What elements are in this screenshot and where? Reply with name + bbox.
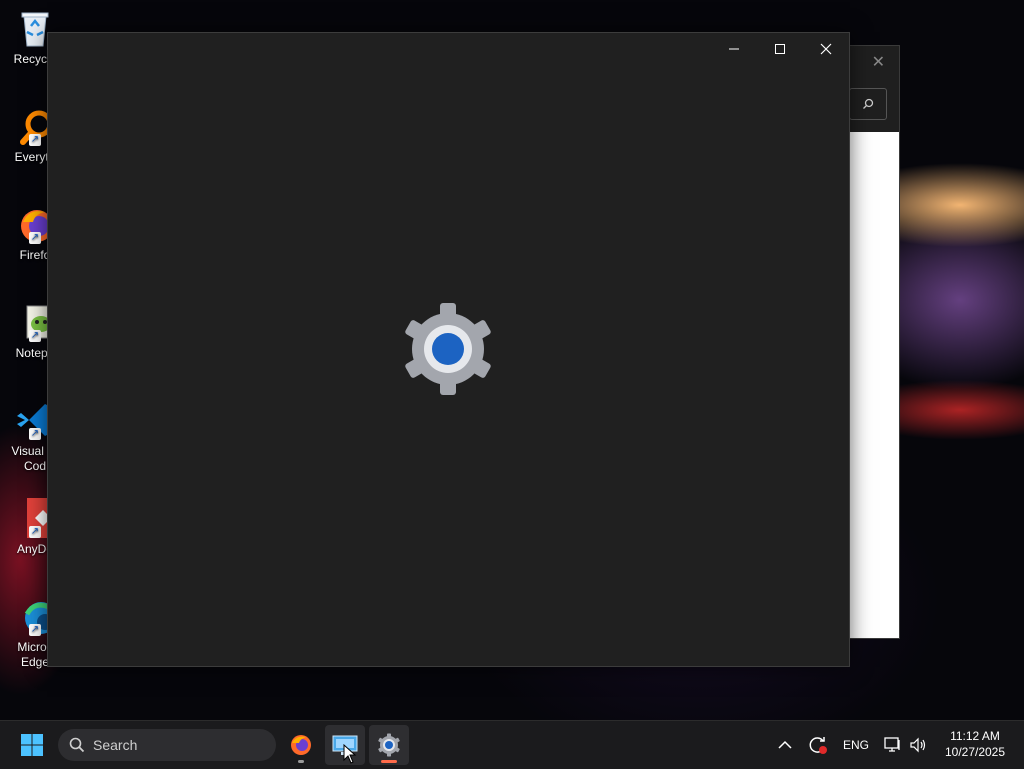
taskbar-search-box[interactable]: Search: [58, 729, 276, 761]
running-indicator: [298, 760, 304, 763]
clock-date: 10/27/2025: [944, 745, 1006, 759]
settings-window[interactable]: [47, 32, 850, 667]
content-area: [849, 132, 899, 638]
volume-button[interactable]: [906, 725, 932, 765]
firefox-icon: [291, 735, 311, 755]
search-icon: [863, 98, 874, 109]
network-button[interactable]: [880, 725, 906, 765]
minimize-icon: [729, 48, 739, 50]
chevron-up-icon: [778, 740, 792, 749]
close-button[interactable]: [803, 33, 849, 65]
settings-gear-icon: [405, 303, 491, 395]
show-hidden-icons-button[interactable]: [772, 725, 798, 765]
taskbar: Search ENG 11:12 AM 10/27/2025: [0, 720, 1024, 769]
windows-logo-icon: [21, 734, 43, 756]
input-language-button[interactable]: ENG: [838, 725, 874, 765]
shortcut-arrow-icon: ↗: [29, 134, 41, 146]
sync-status-button[interactable]: [804, 725, 832, 765]
settings-icon: [378, 733, 400, 757]
taskbar-clock[interactable]: 11:12 AM 10/27/2025: [935, 728, 1015, 760]
close-icon[interactable]: ✕: [872, 52, 885, 72]
maximize-button[interactable]: [757, 33, 803, 65]
sync-icon: [809, 737, 827, 754]
clock-time: 11:12 AM: [950, 729, 1000, 743]
language-indicator: ENG: [842, 738, 869, 752]
minimize-button[interactable]: [711, 33, 757, 65]
mouse-cursor-icon: [343, 744, 357, 764]
search-button[interactable]: [849, 88, 887, 120]
taskbar-app-settings[interactable]: [369, 725, 409, 765]
taskbar-app-firefox[interactable]: [282, 725, 320, 765]
maximize-icon: [775, 44, 785, 54]
speaker-icon: [910, 737, 926, 753]
desktop: Recycle ↗ Everyth ↗ Firefo ↗ Notepa ↗ Vi…: [0, 0, 1024, 720]
active-indicator: [381, 760, 397, 763]
shortcut-arrow-icon: ↗: [29, 330, 41, 342]
network-icon: [884, 737, 900, 752]
search-placeholder: Search: [93, 737, 138, 753]
start-button[interactable]: [12, 725, 52, 765]
shortcut-arrow-icon: ↗: [29, 428, 41, 440]
search-icon: [69, 737, 85, 753]
shortcut-arrow-icon: ↗: [29, 232, 41, 244]
shortcut-arrow-icon: ↗: [29, 526, 41, 538]
shortcut-arrow-icon: ↗: [29, 624, 41, 636]
close-icon: [820, 43, 832, 55]
